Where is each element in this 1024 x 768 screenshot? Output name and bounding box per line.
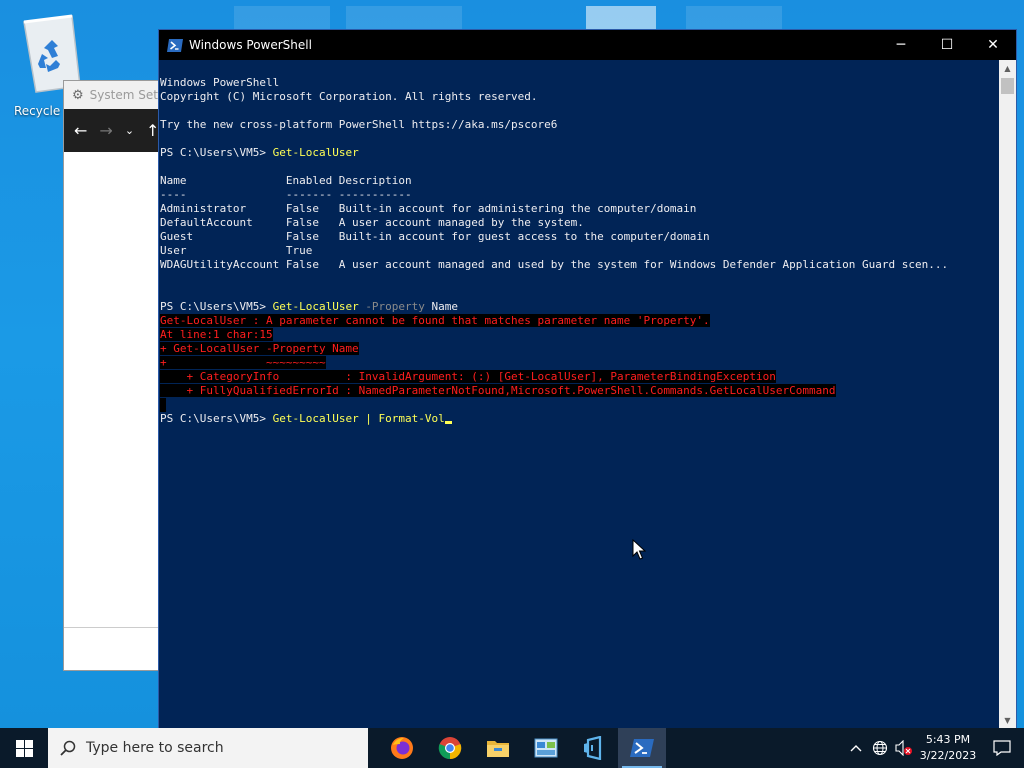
powershell-icon xyxy=(167,38,183,52)
prompt: PS C:\Users\VM5> xyxy=(160,412,273,425)
command-text: Get-LocalUser xyxy=(272,300,359,313)
file-explorer-taskbar-button[interactable] xyxy=(474,728,522,768)
powershell-icon xyxy=(630,739,654,757)
maximize-button[interactable]: ☐ xyxy=(924,30,970,60)
chrome-taskbar-button[interactable] xyxy=(426,728,474,768)
table-header: Name Enabled Description xyxy=(160,174,412,187)
error-text: + ~~~~~~~~~ xyxy=(160,356,326,369)
notification-icon xyxy=(993,740,1011,756)
start-button[interactable] xyxy=(0,728,48,768)
table-row: User True xyxy=(160,244,313,257)
chevron-up-icon[interactable] xyxy=(844,728,868,768)
banner-line: Copyright (C) Microsoft Corporation. All… xyxy=(160,90,538,103)
system-tray: 5:43 PM 3/22/2023 xyxy=(844,728,1024,768)
forward-arrow-icon[interactable]: → xyxy=(99,121,112,140)
error-line: + FullyQualifiedErrorId : NamedParameter… xyxy=(160,384,999,398)
banner-line: Try the new cross-platform PowerShell ht… xyxy=(160,118,558,131)
command-line-1: PS C:\Users\VM5> Get-LocalUser xyxy=(160,146,999,160)
azure-data-studio-icon xyxy=(584,736,602,760)
table-row: Administrator False Built-in account for… xyxy=(160,202,697,215)
back-arrow-icon[interactable]: ← xyxy=(74,121,87,140)
mouse-pointer-icon xyxy=(632,539,646,560)
search-placeholder: Type here to search xyxy=(86,740,224,756)
windows-logo-icon xyxy=(15,739,33,757)
gear-icon: ⚙ xyxy=(72,87,84,103)
powershell-taskbar-button[interactable] xyxy=(618,728,666,768)
firefox-icon xyxy=(391,737,413,759)
prompt: PS C:\Users\VM5> xyxy=(160,146,273,159)
text-cursor xyxy=(444,421,452,424)
error-text: At line:1 char:15 xyxy=(160,328,273,341)
error-text: + FullyQualifiedErrorId : NamedParameter… xyxy=(160,384,836,397)
settings-titlebar: ⚙ System Settings xyxy=(64,81,172,109)
prompt: PS C:\Users\VM5> xyxy=(160,300,273,313)
taskbar-clock[interactable]: 5:43 PM 3/22/2023 xyxy=(916,732,980,764)
chevron-down-icon[interactable]: ⌄ xyxy=(125,124,134,137)
command-input[interactable]: Get-LocalUser | Format-Vol xyxy=(273,412,445,425)
taskbar: Type here to search 5:43 PM 3/22/2023 xyxy=(0,728,1024,768)
divider xyxy=(64,627,172,628)
command-line-3[interactable]: PS C:\Users\VM5> Get-LocalUser | Format-… xyxy=(160,412,999,426)
notification-center-button[interactable] xyxy=(980,728,1024,768)
system-settings-window[interactable]: ⚙ System Settings ← → ⌄ ↑ xyxy=(63,80,173,671)
table-row: WDAGUtilityAccount False A user account … xyxy=(160,258,949,271)
powershell-window[interactable]: Windows PowerShell ─ ☐ ✕ Windows PowerSh… xyxy=(158,29,1017,729)
minimize-button[interactable]: ─ xyxy=(878,30,924,60)
console-output[interactable]: Windows PowerShell Copyright (C) Microsof… xyxy=(159,60,999,728)
firefox-taskbar-button[interactable] xyxy=(378,728,426,768)
error-text: Get-LocalUser : A parameter cannot be fo… xyxy=(160,314,710,327)
folder-icon xyxy=(487,741,509,757)
taskbar-search-box[interactable]: Type here to search xyxy=(48,728,368,768)
powershell-titlebar[interactable]: Windows PowerShell ─ ☐ ✕ xyxy=(159,30,1016,60)
parameter-text: -Property xyxy=(365,300,425,313)
error-trailer xyxy=(160,398,999,412)
error-line: Get-LocalUser : A parameter cannot be fo… xyxy=(160,314,999,328)
table-row: DefaultAccount False A user account mana… xyxy=(160,216,584,229)
scroll-up-icon[interactable]: ▲ xyxy=(999,60,1016,76)
error-text: + Get-LocalUser -Property Name xyxy=(160,342,359,355)
settings-navbar: ← → ⌄ ↑ xyxy=(64,109,172,152)
scroll-down-icon[interactable]: ▼ xyxy=(999,712,1016,728)
search-icon xyxy=(60,740,76,756)
banner-line: Windows PowerShell xyxy=(160,76,280,89)
azure-data-studio-taskbar-button[interactable] xyxy=(570,728,618,768)
clock-time: 5:43 PM xyxy=(925,733,971,746)
powershell-window-title: Windows PowerShell xyxy=(189,38,312,52)
vertical-scrollbar[interactable]: ▲ ▼ xyxy=(999,60,1016,728)
clock-date: 3/22/2023 xyxy=(919,749,977,762)
error-text: + CategoryInfo : InvalidArgument: (:) [G… xyxy=(160,370,776,383)
volume-muted-icon[interactable] xyxy=(892,728,916,768)
scrollbar-thumb[interactable] xyxy=(1001,78,1014,94)
error-line: + CategoryInfo : InvalidArgument: (:) [G… xyxy=(160,370,999,384)
table-rule: ---- ------- ----------- xyxy=(160,188,412,201)
error-line: + Get-LocalUser -Property Name xyxy=(160,342,999,356)
error-line: + ~~~~~~~~~ xyxy=(160,356,999,370)
close-button[interactable]: ✕ xyxy=(970,30,1016,60)
argument-text: Name xyxy=(431,300,459,313)
command-line-2: PS C:\Users\VM5> Get-LocalUser -Property… xyxy=(160,300,999,314)
table-row: Guest False Built-in account for guest a… xyxy=(160,230,710,243)
network-globe-icon[interactable] xyxy=(868,728,892,768)
control-panel-icon xyxy=(534,738,558,758)
control-panel-taskbar-button[interactable] xyxy=(522,728,570,768)
command-text: Get-LocalUser xyxy=(272,146,359,159)
settings-body xyxy=(64,152,172,670)
error-line: At line:1 char:15 xyxy=(160,328,999,342)
chrome-icon xyxy=(438,737,462,760)
